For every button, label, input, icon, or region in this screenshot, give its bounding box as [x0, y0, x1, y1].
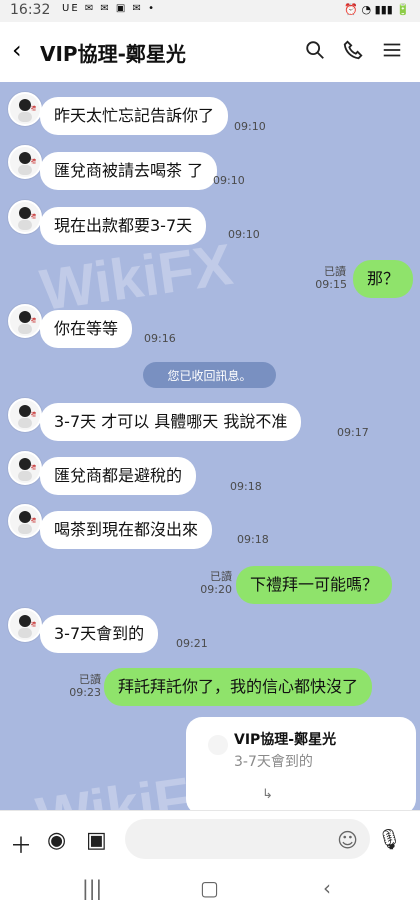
- message-bubble[interactable]: 現在出款都要3-7天: [40, 207, 207, 245]
- message-time: 09:15: [315, 278, 347, 291]
- chat-title: VIP協理-鄭星光: [40, 42, 186, 66]
- quote-message-text: 3-7天會到的: [234, 754, 313, 770]
- message-time: 09:10: [228, 228, 260, 241]
- message-bubble[interactable]: 你在等等: [40, 310, 133, 348]
- svg-text:禮: 禮: [31, 213, 36, 220]
- svg-text:禮: 禮: [31, 517, 36, 524]
- svg-text:禮: 禮: [31, 621, 36, 628]
- phone-icon[interactable]: [341, 38, 365, 62]
- chat-area[interactable]: WikiFX WikiFX 禮 昨天太忙忘記告訴你了 09:10 禮 匯兌商被請…: [0, 82, 420, 810]
- message-input-bar: ＋ ◉ ▣ ☺ 🎙: [0, 810, 420, 869]
- status-bar: 16:32 UE ✉ ✉ ▣ ✉ • ⏰ ◔ ▮▮▮ 🔋: [0, 0, 420, 22]
- message-bubble[interactable]: 昨天太忙忘記告訴你了: [40, 97, 229, 135]
- message-bubble[interactable]: 匯兌商都是避稅的: [40, 457, 197, 495]
- message-time: 09:21: [176, 637, 208, 650]
- message-time: 09:18: [237, 533, 269, 546]
- message-bubble[interactable]: 那？: [353, 260, 414, 298]
- image-icon[interactable]: ▣: [86, 828, 107, 853]
- read-receipt: 已讀: [79, 673, 101, 686]
- message-input[interactable]: ☺: [125, 819, 370, 859]
- home-icon[interactable]: ▢: [200, 876, 219, 900]
- message-time: 09:17: [337, 426, 369, 439]
- read-receipt: 已讀: [324, 265, 346, 278]
- svg-text:禮: 禮: [31, 317, 36, 324]
- message-bubble[interactable]: 匯兌商被請去喝茶 了: [40, 152, 218, 190]
- menu-icon[interactable]: [380, 38, 404, 62]
- message-bubble[interactable]: 3-7天會到的: [40, 615, 159, 653]
- status-system-icons: ⏰ ◔ ▮▮▮ 🔋: [344, 3, 410, 16]
- svg-text:禮: 禮: [31, 464, 36, 471]
- back-nav-icon[interactable]: ‹: [323, 876, 331, 900]
- svg-text:禮: 禮: [31, 158, 36, 165]
- back-icon[interactable]: ‹: [12, 36, 22, 64]
- svg-text:禮: 禮: [31, 105, 36, 112]
- contact-avatar[interactable]: 禮: [8, 504, 42, 538]
- contact-avatar[interactable]: 禮: [8, 451, 42, 485]
- chat-header: ‹ VIP協理-鄭星光: [0, 22, 420, 83]
- camera-icon[interactable]: ◉: [47, 828, 66, 853]
- message-bubble[interactable]: 3-7天 才可以 具體哪天 我說不准: [40, 403, 302, 441]
- contact-avatar[interactable]: 禮: [8, 608, 42, 642]
- message-bubble[interactable]: 拜託拜託你了，我的信心都快沒了: [104, 668, 373, 706]
- quote-avatar: [206, 733, 230, 757]
- message-bubble[interactable]: 下禮拜一可能嗎？: [236, 566, 393, 604]
- contact-avatar[interactable]: 禮: [8, 398, 42, 432]
- status-notification-icons: UE ✉ ✉ ▣ ✉ •: [62, 3, 157, 14]
- message-time: 09:10: [234, 120, 266, 133]
- emoji-icon[interactable]: ☺: [337, 828, 358, 852]
- read-receipt: 已讀: [210, 570, 232, 583]
- search-icon[interactable]: [303, 38, 327, 62]
- message-time: 09:20: [200, 583, 232, 596]
- quote-sender-name: VIP協理-鄭星光: [234, 732, 337, 748]
- reply-arrow-icon: ↳: [262, 787, 273, 802]
- recall-notice: 您已收回訊息。: [143, 362, 276, 388]
- message-time: 09:23: [69, 686, 101, 699]
- status-time: 16:32: [10, 2, 51, 18]
- plus-icon[interactable]: ＋: [10, 828, 32, 860]
- reply-preview-card[interactable]: VIP協理-鄭星光 3-7天會到的 ↳: [186, 717, 416, 810]
- recent-apps-icon[interactable]: |||: [82, 876, 102, 900]
- svg-text:禮: 禮: [31, 411, 36, 418]
- contact-avatar[interactable]: 禮: [8, 145, 42, 179]
- contact-avatar[interactable]: 禮: [8, 304, 42, 338]
- message-time: 09:16: [144, 332, 176, 345]
- system-navigation-bar: ||| ▢ ‹: [0, 868, 420, 909]
- message-time: 09:10: [213, 174, 245, 187]
- microphone-icon[interactable]: 🎙: [377, 827, 402, 851]
- message-time: 09:18: [230, 480, 262, 493]
- contact-avatar[interactable]: 禮: [8, 92, 42, 126]
- contact-avatar[interactable]: 禮: [8, 200, 42, 234]
- message-bubble[interactable]: 喝茶到現在都沒出來: [40, 511, 213, 549]
